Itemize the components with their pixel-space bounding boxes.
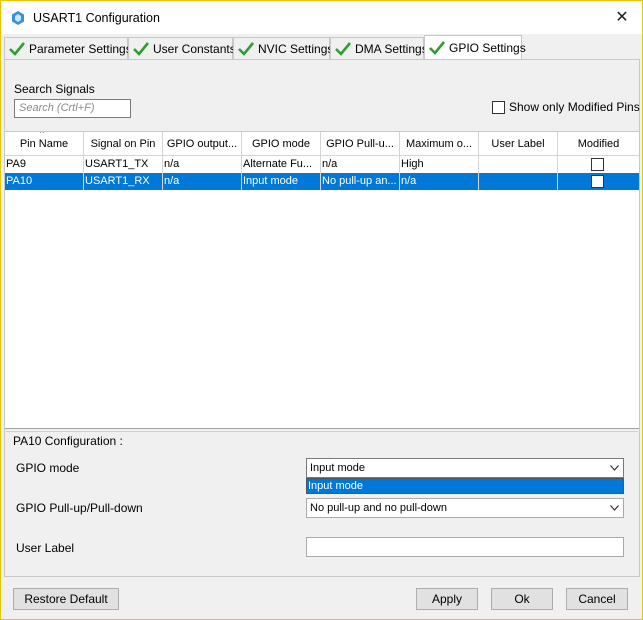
cell-gpio-output: n/a [163,156,242,173]
pin-configuration-group: PA10 Configuration : GPIO mode Input mod… [6,431,638,574]
dialog-window: USART1 Configuration ✕ Parameter Setting… [0,0,643,620]
search-label: Search Signals [14,82,95,96]
cell-signal: USART1_RX [84,173,163,190]
window-title: USART1 Configuration [33,11,160,25]
check-icon [428,40,446,56]
tab-dma-settings[interactable]: DMA Settings [330,37,428,59]
table-row[interactable]: PA9 USART1_TX n/a Alternate Fu... n/a Hi… [5,156,639,173]
tab-label: Parameter Settings [29,41,132,56]
tab-user-constants[interactable]: User Constants [128,37,236,59]
column-header-gpio-pull[interactable]: GPIO Pull-u... [321,132,400,156]
modified-checkbox[interactable] [591,175,604,188]
config-title: PA10 Configuration : [13,434,123,448]
cell-gpio-mode: Input mode [242,173,321,190]
check-icon [237,41,255,57]
cell-gpio-mode: Alternate Fu... [242,156,321,173]
column-header-gpio-output[interactable]: GPIO output... [163,132,242,156]
user-label-input[interactable] [306,537,624,557]
search-input[interactable]: Search (Crtl+F) [14,99,131,118]
tab-bar: Parameter Settings User Constants NVIC S… [4,35,640,59]
cell-pin-name: PA9 [5,156,84,173]
cell-gpio-pull: n/a [321,156,400,173]
pin-table: ^ Pin Name Signal on Pin GPIO output... … [5,131,639,429]
gpio-mode-label: GPIO mode [16,461,80,475]
app-icon [10,10,26,26]
cell-user-label [479,173,558,190]
column-header-maximum-output[interactable]: Maximum o... [400,132,479,156]
cell-signal: USART1_TX [84,156,163,173]
chevron-down-icon [606,459,623,477]
column-header-pin-name[interactable]: ^ Pin Name [5,132,84,156]
ok-button[interactable]: Ok [491,588,553,610]
tab-label: NVIC Settings [258,41,334,56]
column-header-user-label[interactable]: User Label [479,132,558,156]
close-button[interactable]: ✕ [608,5,636,31]
cell-gpio-pull: No pull-up an... [321,173,400,190]
tab-gpio-settings[interactable]: GPIO Settings [424,35,526,59]
check-icon [132,41,150,57]
cancel-button[interactable]: Cancel [566,588,628,610]
column-header-gpio-mode[interactable]: GPIO mode [242,132,321,156]
cell-user-label [479,156,558,173]
dropdown-option-input-mode[interactable]: Input mode [306,478,624,494]
gpio-pull-label: GPIO Pull-up/Pull-down [16,501,143,515]
cell-gpio-output: n/a [163,173,242,190]
cell-pin-name: PA10 [5,173,84,190]
check-icon [8,41,26,57]
show-modified-label: Show only Modified Pins [509,100,640,114]
gpio-settings-panel: Search Signals Search (Crtl+F) Show only… [4,59,640,577]
tab-label: DMA Settings [355,41,428,56]
title-bar: USART1 Configuration ✕ [2,2,642,34]
apply-button[interactable]: Apply [416,588,478,610]
user-label-label: User Label [16,541,75,555]
table-row-selected[interactable]: PA10 USART1_RX n/a Input mode No pull-up… [5,173,639,190]
tab-parameter-settings[interactable]: Parameter Settings [4,37,132,59]
show-modified-checkbox[interactable] [492,101,505,114]
modified-checkbox[interactable] [591,158,604,171]
cell-maximum-output: High [400,156,479,173]
check-icon [334,41,352,57]
tab-nvic-settings[interactable]: NVIC Settings [233,37,334,59]
chevron-down-icon [606,499,623,517]
sort-ascending-icon: ^ [40,132,44,138]
table-header: ^ Pin Name Signal on Pin GPIO output... … [5,132,639,156]
column-header-signal[interactable]: Signal on Pin [84,132,163,156]
gpio-pull-select[interactable]: No pull-up and no pull-down [306,498,624,518]
tab-label: User Constants [153,41,236,56]
restore-default-button[interactable]: Restore Default [13,588,119,610]
gpio-mode-select[interactable]: Input mode [306,458,624,478]
cell-maximum-output: n/a [400,173,479,190]
tab-label: GPIO Settings [449,40,526,55]
column-header-modified[interactable]: Modified [558,132,639,156]
